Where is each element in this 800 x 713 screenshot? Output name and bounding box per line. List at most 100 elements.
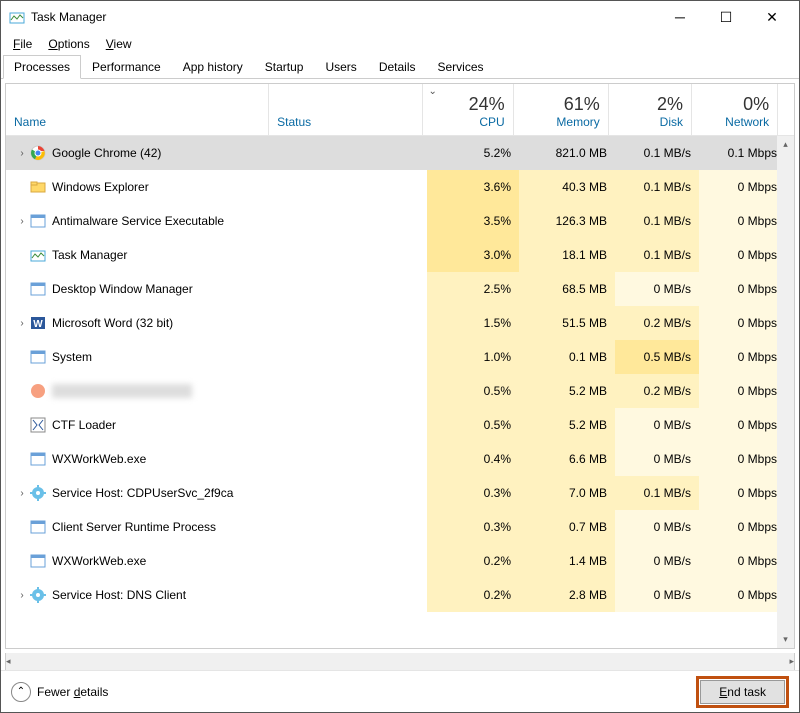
app-icon bbox=[9, 9, 25, 25]
process-icon: W bbox=[30, 315, 46, 331]
process-name: Client Server Runtime Process bbox=[52, 520, 216, 534]
process-name: Antimalware Service Executable bbox=[52, 214, 224, 228]
memory-value: 18.1 MB bbox=[519, 238, 615, 272]
process-name: Windows Explorer bbox=[52, 180, 149, 194]
network-value: 0 Mbps bbox=[699, 408, 785, 442]
minimize-button[interactable]: ─ bbox=[657, 2, 703, 32]
process-row[interactable]: 0.5%5.2 MB0.2 MB/s0 Mbps bbox=[6, 374, 794, 408]
menu-options[interactable]: Options bbox=[40, 35, 97, 53]
tab-users[interactable]: Users bbox=[314, 55, 367, 79]
process-row[interactable]: Task Manager3.0%18.1 MB0.1 MB/s0 Mbps bbox=[6, 238, 794, 272]
process-name: CTF Loader bbox=[52, 418, 116, 432]
scroll-up-icon[interactable]: ▴ bbox=[777, 136, 794, 153]
process-row[interactable]: Windows Explorer3.6%40.3 MB0.1 MB/s0 Mbp… bbox=[6, 170, 794, 204]
expander-icon[interactable]: › bbox=[14, 216, 30, 227]
scroll-right-icon[interactable]: ▸ bbox=[789, 653, 794, 670]
maximize-button[interactable]: ☐ bbox=[703, 2, 749, 32]
memory-value: 5.2 MB bbox=[519, 408, 615, 442]
expander-icon[interactable]: › bbox=[14, 488, 30, 499]
process-status bbox=[272, 578, 427, 612]
scroll-down-icon[interactable]: ▾ bbox=[777, 631, 794, 648]
col-status[interactable]: Status bbox=[269, 84, 422, 135]
window-title: Task Manager bbox=[31, 10, 657, 24]
horizontal-scrollbar[interactable]: ◂ ▸ bbox=[5, 653, 795, 670]
titlebar[interactable]: Task Manager ─ ☐ ✕ bbox=[1, 1, 799, 33]
process-row[interactable]: ›WMicrosoft Word (32 bit)1.5%51.5 MB0.2 … bbox=[6, 306, 794, 340]
disk-value: 0 MB/s bbox=[615, 544, 699, 578]
cpu-value: 0.5% bbox=[427, 408, 519, 442]
network-value: 0 Mbps bbox=[699, 476, 785, 510]
col-cpu[interactable]: ⌄ 24% CPU bbox=[423, 84, 514, 135]
process-icon bbox=[30, 587, 46, 603]
network-value: 0 Mbps bbox=[699, 442, 785, 476]
process-row[interactable]: WXWorkWeb.exe0.2%1.4 MB0 MB/s0 Mbps bbox=[6, 544, 794, 578]
process-name: System bbox=[52, 350, 92, 364]
cpu-value: 1.5% bbox=[427, 306, 519, 340]
tab-app-history[interactable]: App history bbox=[172, 55, 254, 79]
cpu-value: 5.2% bbox=[427, 136, 519, 170]
expander-icon[interactable]: › bbox=[14, 318, 30, 329]
process-icon bbox=[30, 451, 46, 467]
process-row[interactable]: System1.0%0.1 MB0.5 MB/s0 Mbps bbox=[6, 340, 794, 374]
network-value: 0 Mbps bbox=[699, 340, 785, 374]
network-value: 0 Mbps bbox=[699, 510, 785, 544]
tab-details[interactable]: Details bbox=[368, 55, 427, 79]
end-task-button[interactable]: End task bbox=[700, 680, 785, 704]
memory-value: 5.2 MB bbox=[519, 374, 615, 408]
expander-icon[interactable]: › bbox=[14, 590, 30, 601]
memory-value: 0.7 MB bbox=[519, 510, 615, 544]
process-row[interactable]: ›Antimalware Service Executable3.5%126.3… bbox=[6, 204, 794, 238]
cpu-value: 0.3% bbox=[427, 510, 519, 544]
close-button[interactable]: ✕ bbox=[749, 2, 795, 32]
process-status bbox=[272, 544, 427, 578]
process-row[interactable]: ›Service Host: DNS Client0.2%2.8 MB0 MB/… bbox=[6, 578, 794, 612]
memory-value: 2.8 MB bbox=[519, 578, 615, 612]
memory-value: 0.1 MB bbox=[519, 340, 615, 374]
tab-services[interactable]: Services bbox=[427, 55, 495, 79]
network-value: 0 Mbps bbox=[699, 272, 785, 306]
process-name: Task Manager bbox=[52, 248, 127, 262]
cpu-value: 0.4% bbox=[427, 442, 519, 476]
network-value: 0 Mbps bbox=[699, 374, 785, 408]
tab-processes[interactable]: Processes bbox=[3, 55, 81, 79]
memory-value: 1.4 MB bbox=[519, 544, 615, 578]
memory-value: 821.0 MB bbox=[519, 136, 615, 170]
process-name: Service Host: DNS Client bbox=[52, 588, 186, 602]
tab-performance[interactable]: Performance bbox=[81, 55, 172, 79]
process-name: Microsoft Word (32 bit) bbox=[52, 316, 173, 330]
col-memory[interactable]: 61% Memory bbox=[514, 84, 609, 135]
process-name: Google Chrome (42) bbox=[52, 146, 161, 160]
process-row[interactable]: WXWorkWeb.exe0.4%6.6 MB0 MB/s0 Mbps bbox=[6, 442, 794, 476]
tab-startup[interactable]: Startup bbox=[254, 55, 315, 79]
col-disk[interactable]: 2% Disk bbox=[609, 84, 692, 135]
disk-value: 0.1 MB/s bbox=[615, 204, 699, 238]
memory-value: 6.6 MB bbox=[519, 442, 615, 476]
process-row[interactable]: Client Server Runtime Process0.3%0.7 MB0… bbox=[6, 510, 794, 544]
network-value: 0 Mbps bbox=[699, 544, 785, 578]
fewer-details-toggle[interactable]: ⌃ Fewer details bbox=[11, 682, 108, 702]
process-list-area: Name Status ⌄ 24% CPU 61% Memory 2% Disk… bbox=[5, 83, 795, 649]
process-icon bbox=[30, 485, 46, 501]
process-row[interactable]: Desktop Window Manager2.5%68.5 MB0 MB/s0… bbox=[6, 272, 794, 306]
menu-file[interactable]: File bbox=[5, 35, 40, 53]
menu-view[interactable]: View bbox=[98, 35, 140, 53]
network-value: 0.1 Mbps bbox=[699, 136, 785, 170]
process-row[interactable]: CTF Loader 0.5%5.2 MB0 MB/s0 Mbps bbox=[6, 408, 794, 442]
disk-value: 0.1 MB/s bbox=[615, 170, 699, 204]
disk-value: 0 MB/s bbox=[615, 408, 699, 442]
end-task-highlight: End task bbox=[696, 676, 789, 708]
process-status bbox=[272, 238, 427, 272]
vertical-scrollbar[interactable]: ▴ ▾ bbox=[777, 136, 794, 648]
cpu-value: 3.5% bbox=[427, 204, 519, 238]
expander-icon[interactable]: › bbox=[14, 148, 30, 159]
disk-value: 0 MB/s bbox=[615, 510, 699, 544]
process-row[interactable]: ›Service Host: CDPUserSvc_2f9ca0.3%7.0 M… bbox=[6, 476, 794, 510]
col-name[interactable]: Name bbox=[6, 84, 269, 135]
col-network[interactable]: 0% Network bbox=[692, 84, 777, 135]
process-rows: ›Google Chrome (42)5.2%821.0 MB0.1 MB/s0… bbox=[6, 136, 794, 648]
process-name: Service Host: CDPUserSvc_2f9ca bbox=[52, 486, 233, 500]
process-icon bbox=[30, 383, 46, 399]
memory-value: 7.0 MB bbox=[519, 476, 615, 510]
tab-bar: ProcessesPerformanceApp historyStartupUs… bbox=[1, 55, 799, 79]
process-row[interactable]: ›Google Chrome (42)5.2%821.0 MB0.1 MB/s0… bbox=[6, 136, 794, 170]
